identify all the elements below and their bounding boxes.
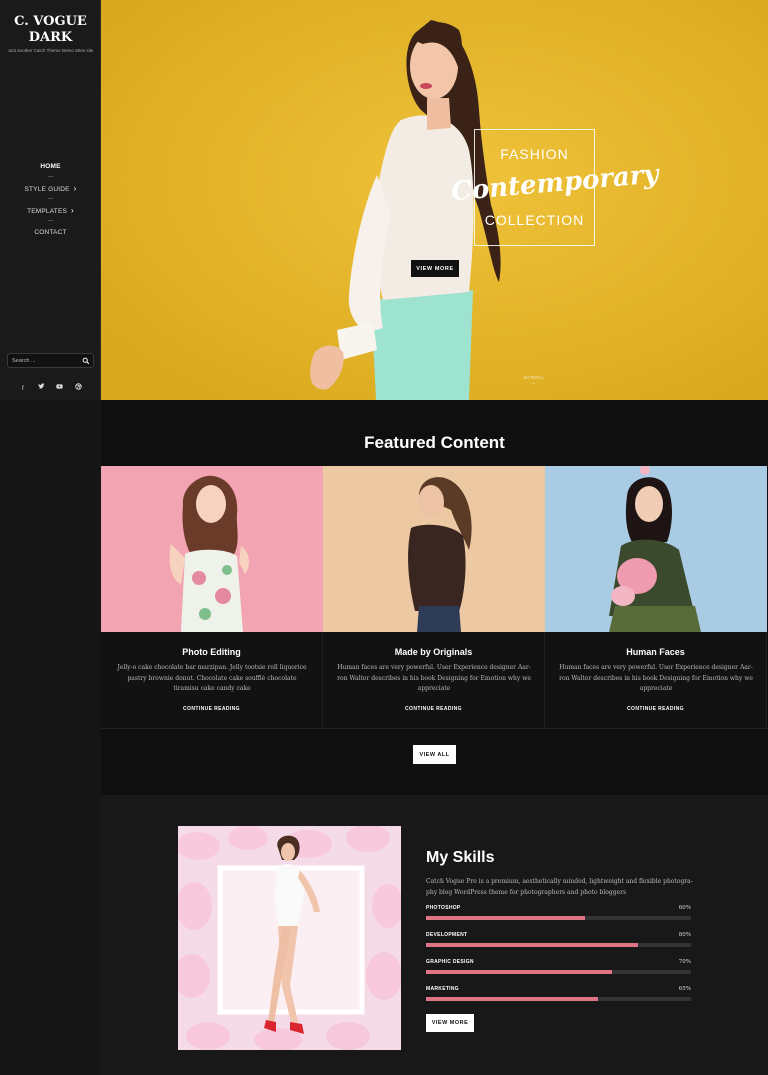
- skill-track: [426, 916, 691, 920]
- main-navigation: HOME — STYLE GUIDE › — TEMPLATES › — CONTA…: [0, 161, 101, 238]
- nav-divider: —: [47, 218, 54, 224]
- nav-item-home[interactable]: HOME: [0, 161, 101, 172]
- hero-caption-line1: FASHION: [500, 146, 569, 162]
- nav-item-label[interactable]: STYLE GUIDE: [24, 186, 69, 193]
- skill-percent: 65%: [678, 986, 691, 992]
- nav-item-style-guide[interactable]: STYLE GUIDE ›: [0, 183, 101, 194]
- skill-bar-photoshop: PHOTOSHOP 60%: [426, 905, 691, 921]
- skill-name: DEVELOPMENT: [426, 932, 468, 938]
- nav-item-label[interactable]: TEMPLATES: [27, 208, 67, 215]
- continue-reading-link[interactable]: CONTINUE READING: [545, 706, 766, 712]
- search-form: [7, 353, 94, 368]
- continue-reading-link[interactable]: CONTINUE READING: [101, 706, 322, 712]
- skill-name: GRAPHIC DESIGN: [426, 959, 474, 965]
- featured-card-excerpt: Human faces are very powerful. User Expe…: [559, 664, 753, 692]
- featured-card: Photo Editing Jelly-o cake chocolate bar…: [101, 466, 323, 729]
- search-input[interactable]: [12, 356, 82, 366]
- hero-model-image: [101, 0, 768, 400]
- featured-card-image[interactable]: [545, 466, 767, 632]
- skills-model-image: [178, 826, 401, 1050]
- hero-slider: FASHION Contemporary COLLECTION VIEW MOR…: [101, 0, 768, 400]
- chevron-right-icon[interactable]: ›: [71, 205, 74, 216]
- skill-bar-development: DEVELOPMENT 80%: [426, 932, 691, 948]
- skill-track: [426, 970, 691, 974]
- skill-fill: [426, 970, 612, 974]
- skill-track: [426, 997, 691, 1001]
- site-title[interactable]: C. VOGUE DARK: [0, 14, 101, 46]
- skill-track: [426, 943, 691, 947]
- chevron-right-icon[interactable]: ›: [74, 183, 77, 194]
- view-all-button[interactable]: VIEW ALL: [413, 745, 456, 764]
- skills-description: Catch Vogue Pro is a premium, aesthetica…: [426, 878, 693, 896]
- featured-card-excerpt: Human faces are very powerful. User Expe…: [337, 664, 531, 692]
- nav-item-label[interactable]: HOME: [40, 163, 60, 170]
- skills-section: My Skills Catch Vogue Pro is a premium, …: [101, 795, 768, 1075]
- nav-divider: —: [47, 174, 54, 180]
- featured-card: Made by Originals Human faces are very p…: [323, 466, 545, 729]
- twitter-icon[interactable]: [37, 383, 45, 391]
- hero-caption-line3: COLLECTION: [484, 212, 585, 228]
- nav-item-label[interactable]: CONTACT: [34, 229, 66, 236]
- section-title: Featured Content: [364, 433, 505, 452]
- featured-card-image[interactable]: [101, 466, 323, 632]
- skill-name: PHOTOSHOP: [426, 905, 461, 911]
- featured-content-section: Featured Content Photo Editing Jelly-o c…: [101, 400, 768, 795]
- social-links: f: [0, 377, 101, 395]
- search-icon[interactable]: [82, 357, 90, 365]
- featured-card-excerpt: Jelly-o cake chocolate bar marzipan. Jel…: [117, 664, 307, 692]
- dribbble-icon[interactable]: [74, 383, 82, 391]
- skill-fill: [426, 997, 599, 1001]
- hero-view-more-button[interactable]: VIEW MORE: [411, 260, 459, 277]
- featured-card-title[interactable]: Photo Editing: [101, 647, 322, 657]
- skill-fill: [426, 916, 585, 920]
- skill-percent: 80%: [678, 932, 691, 938]
- sidebar: C. VOGUE DARK Just another Catch Theme D…: [0, 0, 101, 400]
- site-title-line2[interactable]: DARK: [0, 30, 101, 46]
- nav-divider: —: [47, 196, 54, 202]
- skill-bar-marketing: MARKETING 65%: [426, 986, 691, 1002]
- skill-bar-graphic-design: GRAPHIC DESIGN 70%: [426, 959, 691, 975]
- facebook-icon[interactable]: f: [19, 385, 27, 393]
- chevron-down-icon[interactable]: ⌄: [532, 380, 536, 385]
- site-tagline: Just another Catch Theme Demo Sites site: [7, 48, 94, 53]
- scroll-indicator[interactable]: SCROLL ⌄: [514, 375, 554, 386]
- nav-item-contact[interactable]: CONTACT: [0, 227, 101, 238]
- skills-view-more-button[interactable]: VIEW MORE: [426, 1014, 474, 1032]
- nav-item-templates[interactable]: TEMPLATES ›: [0, 205, 101, 216]
- featured-card-image[interactable]: [323, 466, 545, 632]
- featured-card-title[interactable]: Human Faces: [545, 647, 766, 657]
- featured-card: Human Faces Human faces are very powerfu…: [545, 466, 767, 729]
- skill-name: MARKETING: [426, 986, 459, 992]
- skill-fill: [426, 943, 638, 947]
- skill-percent: 70%: [678, 959, 691, 965]
- skills-title: My Skills: [426, 849, 495, 866]
- featured-card-title[interactable]: Made by Originals: [323, 647, 544, 657]
- site-title-line1[interactable]: C. VOGUE: [0, 14, 101, 30]
- continue-reading-link[interactable]: CONTINUE READING: [323, 706, 544, 712]
- youtube-icon[interactable]: [56, 383, 64, 391]
- skill-percent: 60%: [678, 905, 691, 911]
